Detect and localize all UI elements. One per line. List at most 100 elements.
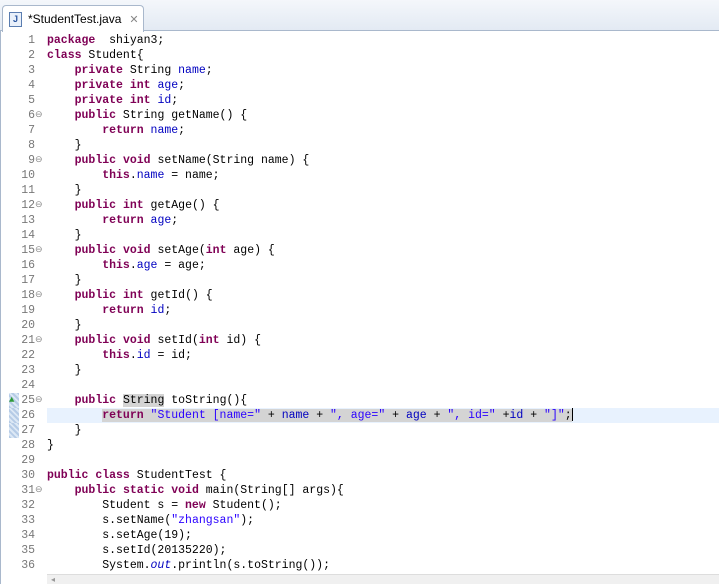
code-line[interactable]: 13 return age; <box>1 213 719 228</box>
tab-studenttest-java[interactable]: J *StudentTest.java ✕ <box>2 5 144 32</box>
code-token: setName(String name) { <box>150 154 310 167</box>
code-token: new <box>185 499 206 512</box>
code-text: private int id; <box>47 93 719 108</box>
line-number: 23 <box>21 364 35 377</box>
code-token: static <box>122 484 165 497</box>
code-line[interactable]: 2 class Student{ <box>1 48 719 63</box>
code-line[interactable]: 33 s.setName("zhangsan"); <box>1 513 719 528</box>
code-token: "zhangsan" <box>171 514 241 527</box>
code-line[interactable]: ▲ 25 ⊖ public String toString(){ <box>1 393 719 408</box>
code-token: + <box>495 409 510 422</box>
code-token: String <box>122 394 165 407</box>
code-line[interactable]: 7 return name; <box>1 123 719 138</box>
code-line[interactable]: 28} <box>1 438 719 453</box>
code-line[interactable]: 4 private int age; <box>1 78 719 93</box>
code-line[interactable]: 16 this.age = age; <box>1 258 719 273</box>
code-line[interactable]: 9 ⊖ public void setName(String name) { <box>1 153 719 168</box>
code-token: = age; <box>157 259 206 272</box>
code-line[interactable]: 23 } <box>1 363 719 378</box>
code-token: Student{ <box>81 49 144 62</box>
code-token: ; <box>178 124 186 137</box>
code-line[interactable]: 20 } <box>1 318 719 333</box>
code-token: s.setAge(19); <box>47 529 192 542</box>
fold-toggle-icon[interactable]: ⊖ <box>35 483 43 498</box>
code-line[interactable]: 19 return id; <box>1 303 719 318</box>
close-icon[interactable]: ✕ <box>129 13 138 26</box>
code-token: } <box>47 229 82 242</box>
code-line[interactable]: 8 } <box>1 138 719 153</box>
code-line[interactable]: 35 s.setId(20135220); <box>1 543 719 558</box>
code-line[interactable]: 5 private int id; <box>1 93 719 108</box>
code-line[interactable]: 22 this.id = id; <box>1 348 719 363</box>
fold-toggle-icon[interactable]: ⊖ <box>35 393 43 408</box>
code-line[interactable]: 14 } <box>1 228 719 243</box>
code-token: ; <box>171 214 179 227</box>
java-file-icon: J <box>9 11 22 27</box>
code-text: } <box>47 228 719 243</box>
code-line[interactable]: 17 } <box>1 273 719 288</box>
code-line[interactable]: 21 ⊖ public void setId(int id) { <box>1 333 719 348</box>
fold-toggle-icon[interactable]: ⊖ <box>35 333 43 348</box>
line-number: 24 <box>21 379 35 392</box>
code-token: setAge( <box>150 244 206 257</box>
code-line[interactable]: 26 return "Student [name=" + name + ", a… <box>1 408 719 423</box>
code-token: class <box>95 469 130 482</box>
code-text: private int age; <box>47 78 719 93</box>
code-line[interactable]: 32 Student s = new Student(); <box>1 498 719 513</box>
code-editor[interactable]: ◂ 1 package shiyan3; 2 class Student{3 priv… <box>0 31 719 584</box>
code-line[interactable]: 34 s.setAge(19); <box>1 528 719 543</box>
code-line[interactable]: 3 private String name; <box>1 63 719 78</box>
code-line[interactable]: 18 ⊖ public int getId() { <box>1 288 719 303</box>
code-token: s.setId(20135220); <box>47 544 227 557</box>
fold-toggle-icon[interactable]: ⊖ <box>35 243 43 258</box>
code-line[interactable]: 15 ⊖ public void setAge(int age) { <box>1 243 719 258</box>
code-token: id <box>150 304 165 317</box>
code-text: public int getAge() { <box>47 198 719 213</box>
scroll-left-icon[interactable]: ◂ <box>51 575 55 584</box>
code-line[interactable]: 36 System.out.println(s.toString()); <box>1 558 719 573</box>
code-token: . <box>129 349 137 362</box>
code-line[interactable]: 11 } <box>1 183 719 198</box>
fold-toggle-icon[interactable]: ⊖ <box>35 288 43 303</box>
fold-toggle-icon[interactable]: ⊖ <box>35 108 43 123</box>
code-token: } <box>47 139 82 152</box>
code-line[interactable]: 6 ⊖ public String getName() { <box>1 108 719 123</box>
code-line[interactable]: 27 } <box>1 423 719 438</box>
fold-toggle-icon[interactable]: ⊖ <box>35 153 43 168</box>
text-caret <box>571 408 573 422</box>
code-text: public void setId(int id) { <box>47 333 719 348</box>
code-line[interactable]: 30 public class StudentTest { <box>1 468 719 483</box>
code-line[interactable]: 1 package shiyan3; <box>1 33 719 48</box>
line-number: 3 <box>28 64 35 77</box>
code-text: this.name = name; <box>47 168 719 183</box>
code-text: public class StudentTest { <box>47 468 719 483</box>
code-token: int <box>129 94 151 107</box>
code-text: System.out.println(s.toString()); <box>47 558 719 573</box>
horizontal-scrollbar[interactable]: ◂ <box>47 574 719 584</box>
code-text: } <box>47 138 719 153</box>
code-line[interactable]: 10 this.name = name; <box>1 168 719 183</box>
line-number: 15 <box>21 244 35 257</box>
code-token: Student s = <box>47 499 186 512</box>
code-line[interactable]: 29 <box>1 453 719 468</box>
code-line[interactable]: 24 <box>1 378 719 393</box>
code-token: ; <box>178 79 186 92</box>
code-line[interactable]: 12 ⊖ public int getAge() { <box>1 198 719 213</box>
code-token: public <box>74 199 117 212</box>
line-number: 18 <box>21 289 35 302</box>
line-number: 2 <box>28 49 35 62</box>
code-token: name <box>136 169 165 182</box>
fold-toggle-icon[interactable]: ⊖ <box>35 198 43 213</box>
code-line[interactable]: 31 ⊖ public static void main(String[] arg… <box>1 483 719 498</box>
code-token: name <box>150 124 179 137</box>
